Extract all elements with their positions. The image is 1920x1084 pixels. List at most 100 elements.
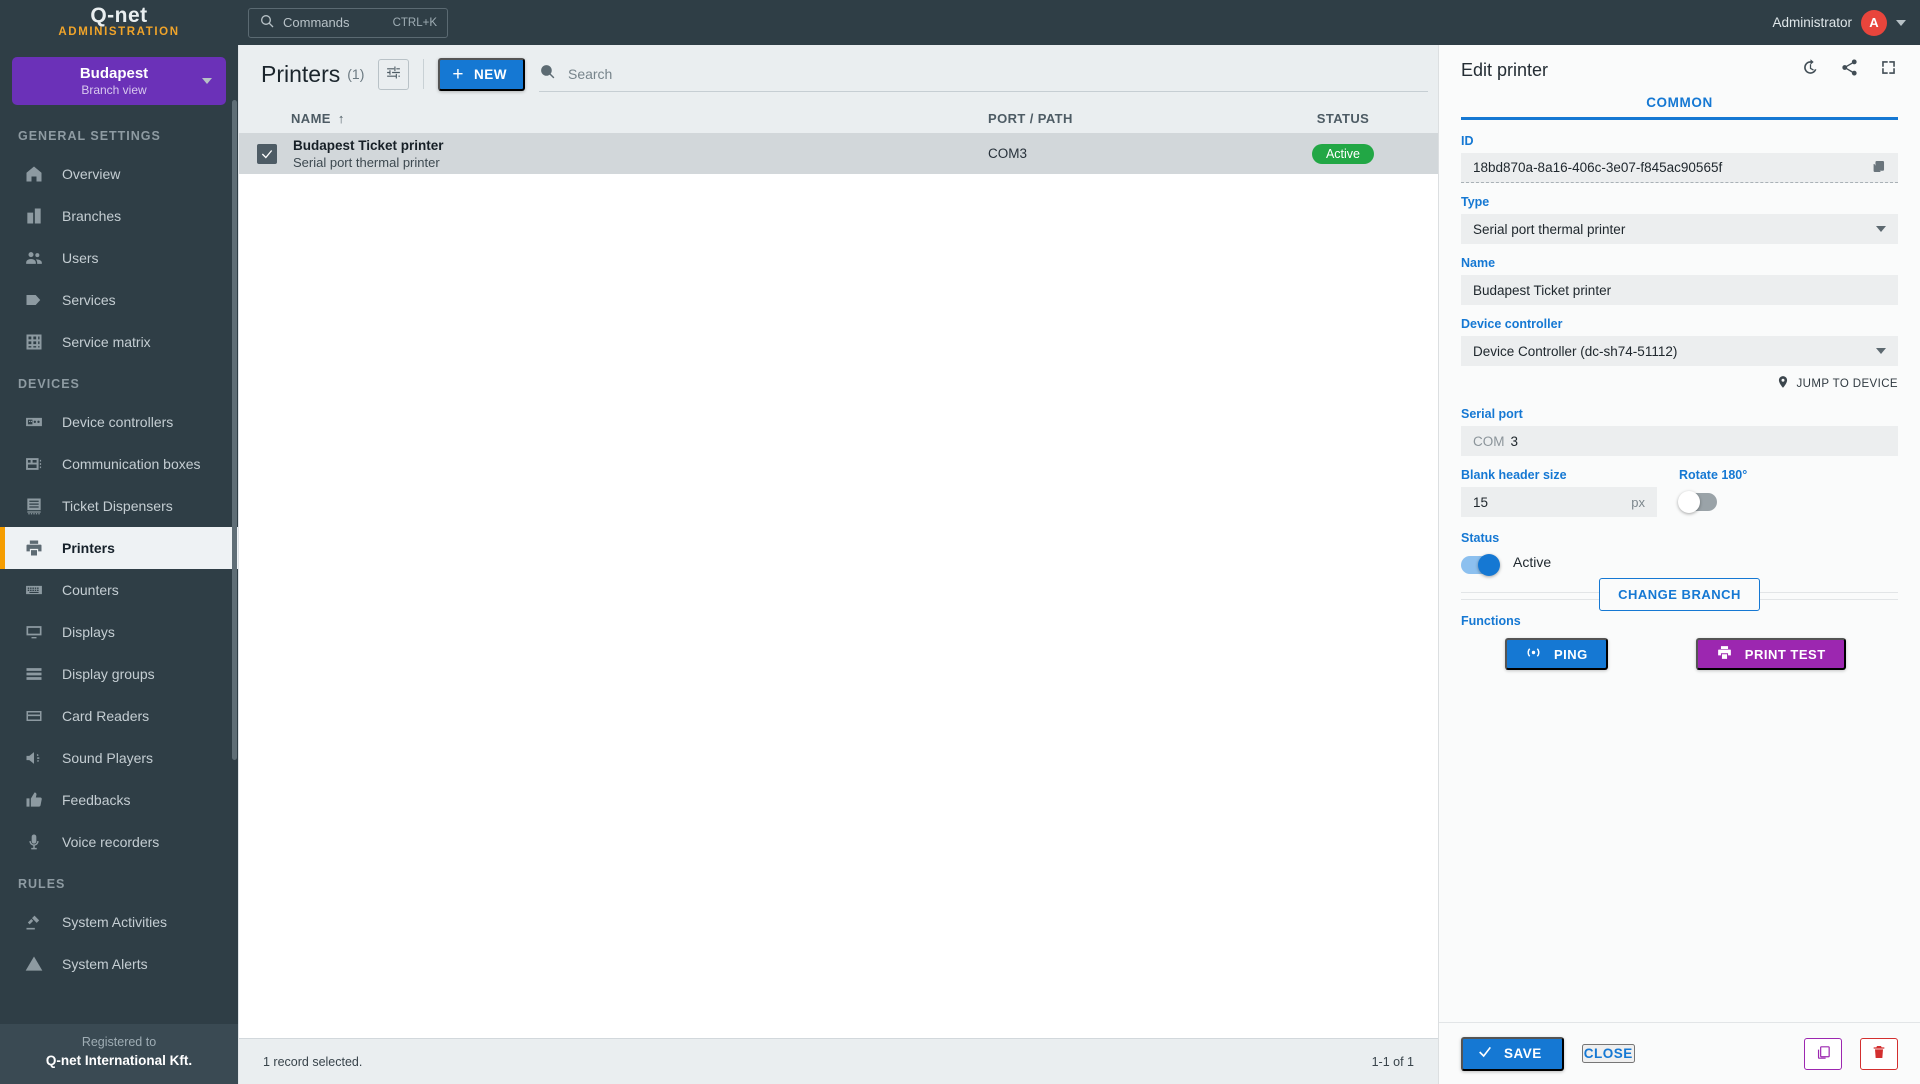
sidebar-item-device-controllers[interactable]: Device controllers — [0, 401, 238, 443]
blank-header-size-input[interactable]: 15 px — [1461, 487, 1657, 517]
sidebar-item-communication-boxes[interactable]: Communication boxes — [0, 443, 238, 485]
sidebar-item-voice-recorders[interactable]: Voice recorders — [0, 821, 238, 863]
close-button[interactable]: CLOSE — [1581, 1044, 1635, 1063]
top-bar: Q-net ADMINISTRATION Commands CTRL+K Adm… — [0, 0, 1920, 45]
user-name: Administrator — [1772, 15, 1852, 30]
card-reader-icon — [24, 706, 44, 726]
sidebar-scrollbar[interactable] — [232, 100, 237, 760]
sidebar-item-system-alerts[interactable]: System Alerts — [0, 943, 238, 985]
field-device-controller: Device controller Device Controller (dc-… — [1461, 317, 1898, 366]
ticket-dispenser-icon — [24, 496, 44, 516]
panel-header: Edit printer — [1439, 45, 1920, 95]
gavel-icon — [24, 912, 44, 932]
sidebar-item-feedbacks[interactable]: Feedbacks — [0, 779, 238, 821]
printer-icon — [24, 538, 44, 558]
cell-port: COM3 — [988, 146, 1028, 161]
ping-label: PING — [1554, 646, 1588, 662]
sidebar-item-printers[interactable]: Printers — [0, 527, 238, 569]
row-blank-header-rotate: Blank header size 15 px Rotate 180° — [1461, 468, 1898, 517]
sidebar-item-ticket-dispensers[interactable]: Ticket Dispensers — [0, 485, 238, 527]
column-header-status[interactable]: STATUS — [1248, 111, 1438, 126]
duplicate-button[interactable] — [1804, 1037, 1842, 1070]
commands-search-box[interactable]: Commands CTRL+K — [248, 7, 448, 38]
share-icon[interactable] — [1840, 58, 1859, 82]
sidebar-item-label: Service matrix — [62, 334, 151, 350]
app-logo: Q-net ADMINISTRATION — [0, 0, 238, 45]
edit-printer-panel: Edit printer COMMON ID 18bd870a-8a16-406… — [1438, 45, 1920, 1084]
sidebar-item-label: Ticket Dispensers — [62, 498, 173, 514]
table-footer: 1 record selected. 1-1 of 1 — [239, 1038, 1438, 1084]
functions-label: Functions — [1461, 614, 1521, 628]
sort-ascending-icon: ↑ — [337, 110, 345, 126]
cell-name: Budapest Ticket printer Serial port ther… — [239, 137, 988, 171]
jump-to-device-button[interactable]: JUMP TO DEVICE — [1461, 374, 1898, 393]
field-label-serial-port: Serial port — [1461, 407, 1523, 421]
fullscreen-icon[interactable] — [1879, 58, 1898, 82]
sidebar-item-label: Voice recorders — [62, 834, 160, 850]
delete-button[interactable] — [1860, 1037, 1898, 1070]
sidebar-item-label: Communication boxes — [62, 456, 201, 472]
sidebar-item-service-matrix[interactable]: Service matrix — [0, 321, 238, 363]
plus-icon: + — [452, 63, 464, 85]
copy-icon[interactable] — [1871, 159, 1886, 177]
save-button[interactable]: SAVE — [1461, 1036, 1564, 1071]
cell-status: Active — [1248, 143, 1438, 164]
branch-selector[interactable]: Budapest Branch view — [12, 57, 226, 105]
column-label-name: NAME — [291, 110, 331, 126]
type-select[interactable]: Serial port thermal printer — [1461, 214, 1898, 244]
sidebar-item-overview[interactable]: Overview — [0, 153, 238, 195]
device-controller-select[interactable]: Device Controller (dc-sh74-51112) — [1461, 336, 1898, 366]
new-button[interactable]: + NEW — [438, 57, 525, 91]
history-icon[interactable] — [1801, 58, 1820, 82]
sidebar-item-services[interactable]: Services — [0, 279, 238, 321]
filter-settings-button[interactable] — [378, 58, 410, 90]
sidebar-item-branches[interactable]: Branches — [0, 195, 238, 237]
ping-button[interactable]: PING — [1505, 638, 1608, 670]
sidebar-group-title: DEVICES — [18, 377, 80, 391]
home-icon — [24, 164, 44, 184]
sidebar-item-label: Displays — [62, 624, 115, 640]
sidebar-item-displays[interactable]: Displays — [0, 611, 238, 653]
sidebar-item-sound-players[interactable]: Sound Players — [0, 737, 238, 779]
column-header-port[interactable]: PORT / PATH — [988, 111, 1248, 126]
id-input[interactable]: 18bd870a-8a16-406c-3e07-f845ac90565f — [1461, 153, 1898, 183]
blank-header-size-value: 15 — [1473, 494, 1489, 510]
field-blank-header-size: Blank header size 15 px — [1461, 468, 1657, 517]
sidebar-item-display-groups[interactable]: Display groups — [0, 653, 238, 695]
page-count: (1) — [347, 66, 365, 82]
commands-label: Commands — [283, 15, 350, 30]
save-label: SAVE — [1504, 1046, 1542, 1061]
tab-common[interactable]: COMMON — [1646, 95, 1713, 110]
sidebar-item-label: Display groups — [62, 666, 155, 682]
commands-shortcut: CTRL+K — [392, 16, 437, 29]
display-group-icon — [24, 664, 44, 684]
rotate-180-toggle[interactable] — [1678, 491, 1717, 513]
branch-name: Budapest — [79, 65, 149, 82]
sidebar-item-card-readers[interactable]: Card Readers — [0, 695, 238, 737]
sidebar-item-system-activities[interactable]: System Activities — [0, 901, 238, 943]
main-toolbar: Printers (1) + NEW — [239, 45, 1438, 103]
sidebar-item-counters[interactable]: Counters — [0, 569, 238, 611]
chevron-down-icon — [1876, 348, 1886, 354]
search-input[interactable] — [567, 65, 1402, 82]
user-menu[interactable]: Administrator A — [1772, 0, 1906, 45]
sidebar-item-label: System Alerts — [62, 956, 148, 972]
table-row[interactable]: Budapest Ticket printer Serial port ther… — [239, 133, 1438, 174]
type-value: Serial port thermal printer — [1473, 221, 1626, 237]
search-icon — [259, 13, 275, 32]
change-branch-button[interactable]: CHANGE BRANCH — [1599, 578, 1760, 611]
print-test-button[interactable]: PRINT TEST — [1695, 638, 1846, 670]
copy-icon — [1815, 1044, 1832, 1064]
column-header-name[interactable]: NAME ↑ — [239, 111, 988, 126]
serial-port-input[interactable]: COM 3 — [1461, 426, 1898, 456]
row-checkbox[interactable] — [257, 143, 277, 164]
status-toggle[interactable] — [1461, 554, 1500, 576]
field-type: Type Serial port thermal printer — [1461, 195, 1898, 244]
sidebar-item-label: Printers — [62, 540, 115, 556]
search-field[interactable] — [538, 56, 1428, 92]
name-input[interactable]: Budapest Ticket printer — [1461, 275, 1898, 305]
registration-info: Registered to Q-net International Kft. — [0, 1024, 238, 1084]
main-content: Printers (1) + NEW Search NAME ↑ PORT / … — [238, 45, 1438, 1084]
field-label-status: Status — [1461, 531, 1500, 545]
sidebar-item-users[interactable]: Users — [0, 237, 238, 279]
